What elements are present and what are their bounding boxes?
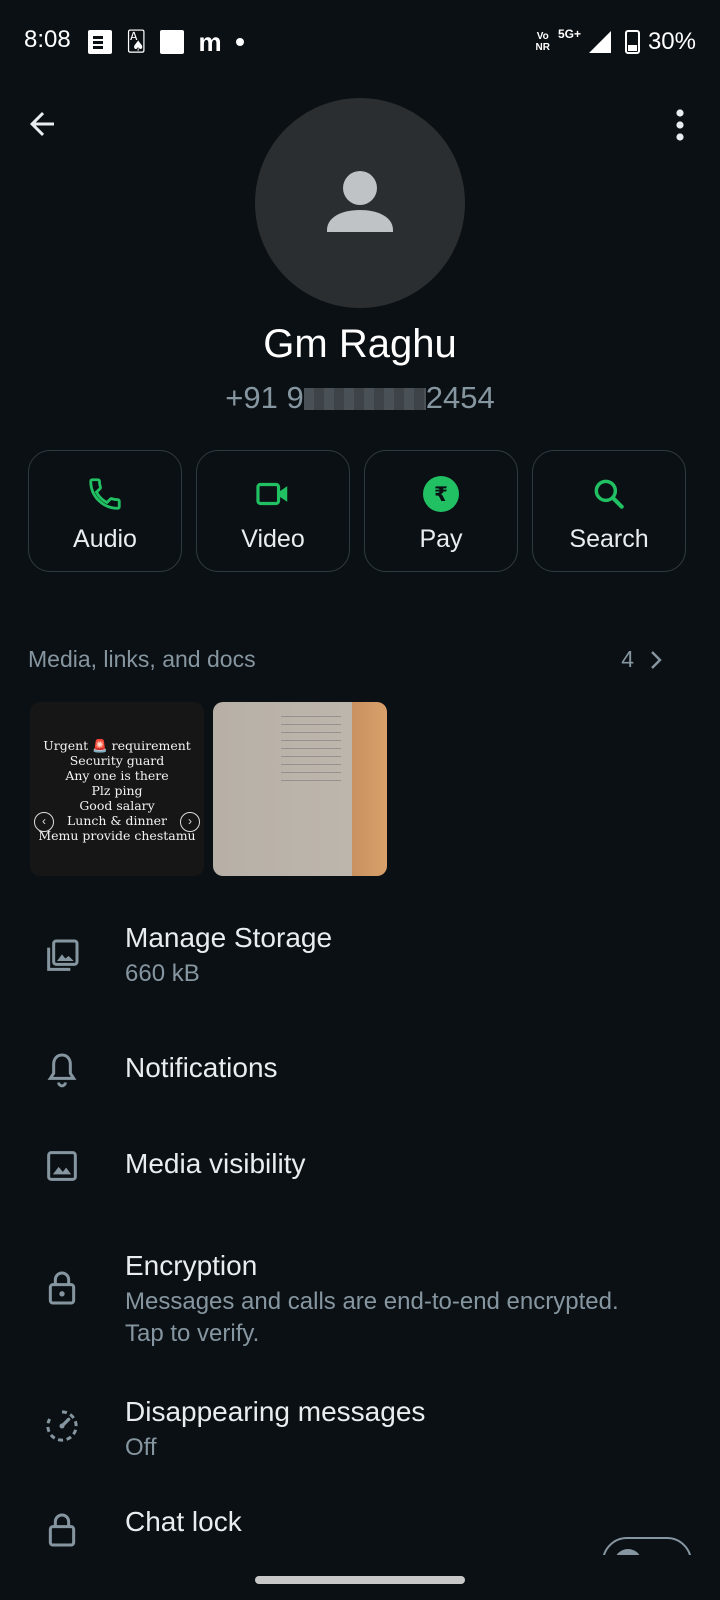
status-bar: 8:08 🂡 m Vo NR 5G+ 30% <box>0 0 720 86</box>
bell-icon <box>47 1053 77 1088</box>
contact-phone: +91 9 2454 <box>225 380 495 415</box>
media-visibility-item[interactable]: Media visibility <box>0 1146 720 1206</box>
back-button[interactable] <box>24 106 60 142</box>
thumbnail-text-line: Plz ping <box>91 783 143 798</box>
chat-lock-icon <box>48 1513 76 1547</box>
storage-icon <box>47 939 79 971</box>
encryption-item[interactable]: Encryption Messages and calls are end-to… <box>0 1250 720 1358</box>
dot-icon <box>235 38 244 46</box>
m-app-icon: m <box>198 27 222 57</box>
more-options-button[interactable] <box>674 108 686 142</box>
more-vert-icon <box>676 109 684 141</box>
rupee-icon: ₹ <box>423 476 459 512</box>
search-icon <box>594 479 624 509</box>
person-icon <box>327 171 393 232</box>
timer-icon <box>46 1410 78 1442</box>
media-thumbnail-text-post[interactable]: Urgent 🚨 requirement Security guard Any on… <box>30 702 204 876</box>
thumbnail-text-line: Lunch & dinner <box>67 813 167 828</box>
chevron-right-icon <box>651 651 662 669</box>
phone-icon <box>89 478 121 510</box>
battery-percent: 30% <box>647 28 696 55</box>
media-section-title[interactable]: Media, links, and docs <box>28 646 256 673</box>
lock-icon <box>48 1271 76 1305</box>
thumbnail-text-line: Good salary <box>79 798 155 813</box>
media-thumbnail-paper-photo[interactable] <box>213 702 387 876</box>
disappearing-messages-item[interactable]: Disappearing messages Off <box>0 1396 720 1484</box>
notifications-item[interactable]: Notifications <box>0 1050 720 1110</box>
news-icon <box>88 30 112 54</box>
pay-button[interactable]: ₹ Pay <box>364 450 518 572</box>
chevron-right-icon: › <box>180 812 200 832</box>
signal-icon <box>588 31 611 53</box>
battery-icon <box>624 30 640 54</box>
video-icon <box>256 482 288 506</box>
thumbnail-text-line: Any one is there <box>65 768 169 783</box>
redacted-digits <box>303 388 426 410</box>
profile-avatar[interactable] <box>255 98 465 308</box>
system-icons: Vo NR 5G+ 30% <box>535 27 696 56</box>
network-type: 5G+ <box>557 27 581 41</box>
chevron-left-icon: ‹ <box>34 812 54 832</box>
media-count[interactable]: 4 <box>621 646 634 673</box>
notification-icons: 🂡 m <box>88 27 244 57</box>
svg-text:₹: ₹ <box>434 482 448 506</box>
thumbnail-text: Urgent 🚨 requirement Security guard Any on… <box>30 738 204 843</box>
square-icon <box>160 30 185 54</box>
contact-name: Gm Raghu <box>263 322 457 366</box>
home-indicator[interactable] <box>255 1576 465 1584</box>
thumbnail-text-line: Urgent 🚨 requirement <box>43 738 191 753</box>
cards-icon: 🂡 <box>126 31 147 53</box>
manage-storage-item[interactable]: Manage Storage 660 kB <box>0 922 720 1012</box>
volte-icon: Vo NR <box>535 31 550 53</box>
video-call-button[interactable]: Video <box>196 450 350 572</box>
audio-call-button[interactable]: Audio <box>28 450 182 572</box>
action-buttons: Audio Video ₹ Pay Search <box>28 450 686 572</box>
image-icon <box>47 1151 77 1181</box>
thumbnail-text-line: Security guard <box>69 753 165 768</box>
media-open-button[interactable] <box>644 648 668 677</box>
thumbnail-text-line: Memu provide chestamu <box>38 828 196 843</box>
handwriting-image <box>281 716 341 786</box>
status-time: 8:08 <box>24 26 71 53</box>
arrow-left-icon <box>30 112 54 136</box>
search-button[interactable]: Search <box>532 450 686 572</box>
